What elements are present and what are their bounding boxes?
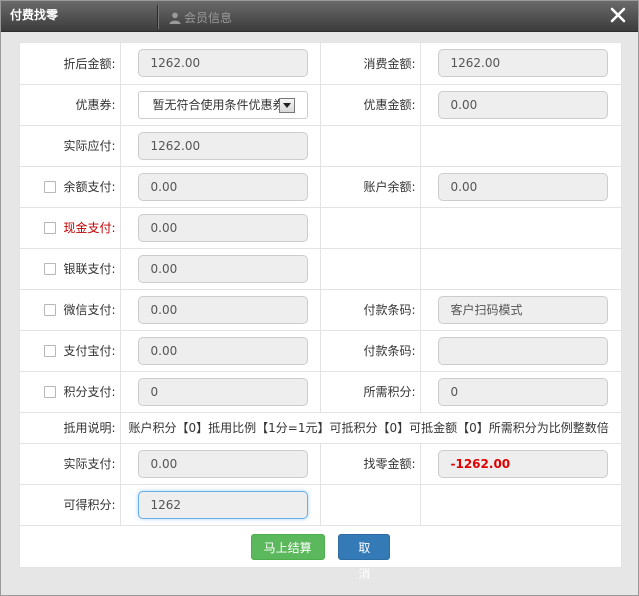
empty-cell (420, 484, 623, 526)
wechat-pay-label-cell: 微信支付: (20, 289, 121, 331)
cash-pay-checkbox[interactable] (44, 222, 57, 234)
alipay-pay-checkbox[interactable] (44, 345, 57, 357)
form-row: 可得积分: 1262 (20, 484, 623, 526)
form-row: 银联支付: 0.00 (20, 248, 623, 290)
deduction-label: 抵用说明: (20, 412, 121, 444)
form-row: 优惠券: 暂无符合使用条件优惠券 优惠金额: 0.00 (20, 84, 623, 126)
wechat-pay-label: 微信支付: (63, 303, 116, 317)
payment-dialog: 付费找零 会员信息 折后金额: 1262.00 消费金额: 1262.00 优惠… (0, 0, 639, 596)
form-row: 实际应付: 1262.00 (20, 125, 623, 167)
payable-label: 实际应付: (20, 125, 121, 167)
dropdown-arrow-icon[interactable] (278, 97, 295, 113)
coupon-amount-label: 优惠金额: (320, 84, 421, 126)
points-required-field[interactable]: 0 (437, 377, 608, 406)
tab-payment-change[interactable]: 付费找零 (1, 1, 151, 32)
form-panel: 折后金额: 1262.00 消费金额: 1262.00 优惠券: 暂无符合使用条… (19, 42, 623, 581)
empty-cell (320, 484, 421, 526)
close-icon[interactable] (609, 6, 627, 24)
earned-points-field[interactable]: 1262 (137, 490, 308, 519)
payment-form-table: 折后金额: 1262.00 消费金额: 1262.00 优惠券: 暂无符合使用条… (20, 43, 623, 526)
wechat-pay-field[interactable]: 0.00 (137, 295, 308, 324)
cash-pay-label-cell: 现金支付: (20, 207, 121, 249)
form-row: 折后金额: 1262.00 消费金额: 1262.00 (20, 43, 623, 85)
form-row: 支付宝付: 0.00 付款条码: (20, 330, 623, 372)
unionpay-pay-field[interactable]: 0.00 (137, 254, 308, 283)
points-pay-label-cell: 积分支付: (20, 371, 121, 413)
alipay-barcode-field[interactable] (437, 336, 608, 365)
empty-cell (320, 207, 421, 249)
form-row: 余额支付: 0.00 账户余额: 0.00 (20, 166, 623, 208)
cash-pay-label: 现金支付: (63, 221, 116, 235)
unionpay-pay-label: 银联支付: (63, 262, 116, 276)
points-required-label: 所需积分: (320, 371, 421, 413)
account-balance-label: 账户余额: (320, 166, 421, 208)
settle-button[interactable]: 马上结算 (250, 534, 325, 560)
form-row: 现金支付: 0.00 (20, 207, 623, 249)
consumption-amount-field[interactable]: 1262.00 (437, 49, 608, 78)
tab-member-info[interactable]: 会员信息 (169, 9, 232, 27)
button-row: 马上结算 取 消 (20, 527, 621, 581)
coupon-label: 优惠券: (20, 84, 121, 126)
tab-member-info-label: 会员信息 (184, 11, 233, 25)
change-amount-field[interactable]: -1262.00 (437, 449, 608, 478)
alipay-pay-label: 支付宝付: (63, 344, 116, 358)
cash-pay-field[interactable]: 0.00 (137, 213, 308, 242)
balance-pay-label: 余额支付: (63, 180, 116, 194)
tab-divider (157, 5, 158, 29)
unionpay-pay-label-cell: 银联支付: (20, 248, 121, 290)
form-row: 实际支付: 0.00 找零金额: -1262.00 (20, 443, 623, 485)
payable-field[interactable]: 1262.00 (137, 131, 308, 160)
earned-points-label: 可得积分: (20, 484, 121, 526)
actual-paid-field[interactable]: 0.00 (137, 449, 308, 478)
cancel-button[interactable]: 取 消 (338, 534, 391, 581)
balance-pay-field[interactable]: 0.00 (137, 172, 308, 201)
unionpay-pay-checkbox[interactable] (44, 263, 57, 275)
wechat-pay-checkbox[interactable] (44, 304, 57, 316)
wechat-barcode-label: 付款条码: (320, 289, 421, 331)
coupon-amount-field[interactable]: 0.00 (437, 90, 608, 119)
form-row: 微信支付: 0.00 付款条码: 客户扫码模式 (20, 289, 623, 331)
balance-pay-label-cell: 余额支付: (20, 166, 121, 208)
form-row: 抵用说明: 账户积分【0】抵用比例【1分=1元】可抵积分【0】可抵金额【0】所需… (20, 412, 623, 444)
points-pay-label: 积分支付: (63, 385, 116, 399)
empty-cell (420, 125, 623, 167)
consumption-amount-label: 消费金额: (320, 43, 421, 85)
points-pay-checkbox[interactable] (44, 386, 57, 398)
coupon-select[interactable]: 暂无符合使用条件优惠券 (137, 90, 308, 119)
coupon-select-value: 暂无符合使用条件优惠券 (152, 97, 285, 112)
empty-cell (420, 248, 623, 290)
empty-cell (320, 125, 421, 167)
dialog-titlebar: 付费找零 会员信息 (1, 1, 638, 32)
form-row: 积分支付: 0 所需积分: 0 (20, 371, 623, 413)
alipay-pay-field[interactable]: 0.00 (137, 336, 308, 365)
wechat-barcode-field[interactable]: 客户扫码模式 (437, 295, 608, 324)
points-pay-field[interactable]: 0 (137, 377, 308, 406)
empty-cell (420, 207, 623, 249)
user-icon (169, 12, 181, 24)
balance-pay-checkbox[interactable] (44, 181, 57, 193)
change-amount-label: 找零金额: (320, 443, 421, 485)
empty-cell (320, 248, 421, 290)
deduction-description: 账户积分【0】抵用比例【1分=1元】可抵积分【0】可抵金额【0】所需积分为比例整… (120, 412, 623, 444)
alipay-pay-label-cell: 支付宝付: (20, 330, 121, 372)
account-balance-field[interactable]: 0.00 (437, 172, 608, 201)
actual-paid-label: 实际支付: (20, 443, 121, 485)
alipay-barcode-label: 付款条码: (320, 330, 421, 372)
discounted-amount-field[interactable]: 1262.00 (137, 49, 308, 78)
discounted-amount-label: 折后金额: (20, 43, 121, 85)
